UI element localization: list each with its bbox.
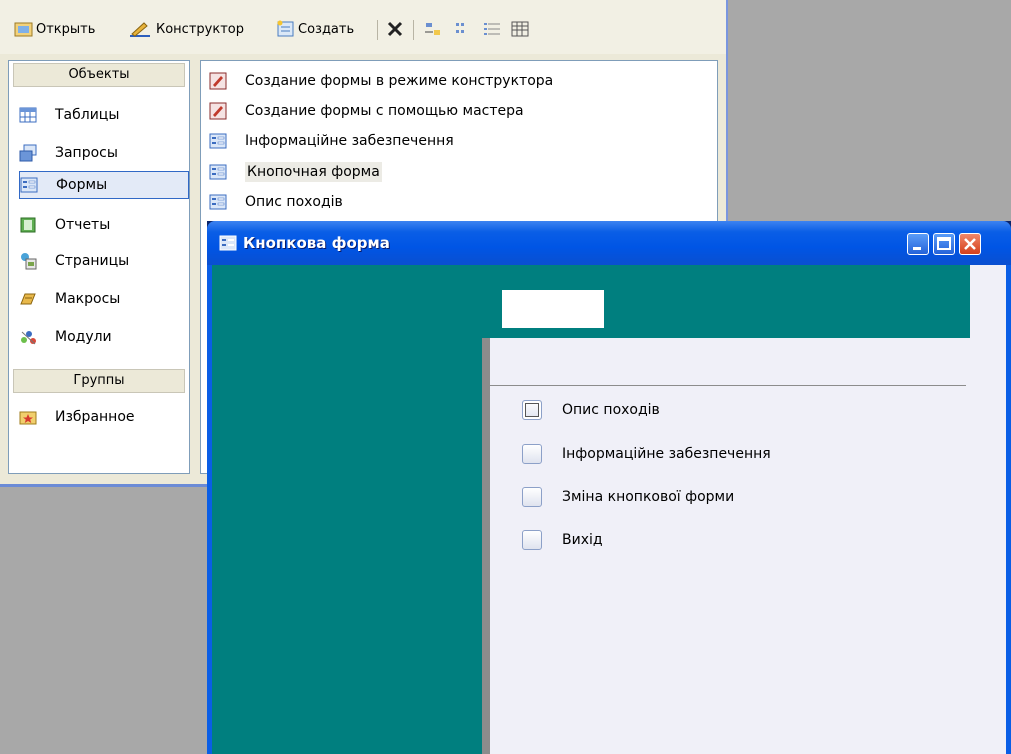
designer-button-label: Конструктор bbox=[156, 21, 244, 37]
details-view-button[interactable] bbox=[510, 18, 532, 40]
large-icons-button[interactable] bbox=[424, 18, 444, 40]
maximize-button[interactable] bbox=[933, 233, 955, 255]
switchboard-client: Опис походів Інформаційне забезпечення З… bbox=[212, 265, 1006, 754]
switchboard-button[interactable] bbox=[522, 400, 542, 420]
new-form-icon bbox=[277, 20, 294, 37]
create-button-label: Создать bbox=[298, 21, 355, 37]
objects-panel: Объекты Таблицы Запросы Формы Отчеты Стр… bbox=[8, 60, 190, 474]
switchboard-left-band bbox=[212, 265, 482, 754]
delete-icon bbox=[387, 21, 403, 37]
form-icon bbox=[209, 163, 227, 181]
switchboard-item[interactable]: Вихід bbox=[522, 528, 603, 552]
list-view-button[interactable] bbox=[482, 18, 504, 40]
open-button-label: Открыть bbox=[36, 21, 96, 37]
module-icon bbox=[19, 328, 37, 346]
open-button[interactable]: Открыть bbox=[14, 18, 95, 40]
object-reports[interactable]: Отчеты bbox=[19, 211, 189, 239]
list-item[interactable]: Создание формы с помощью мастера bbox=[209, 99, 524, 123]
switchboard-item[interactable]: Інформаційне забезпечення bbox=[522, 442, 771, 466]
query-icon bbox=[19, 144, 37, 162]
list-item[interactable]: Кнопочная форма bbox=[209, 160, 382, 184]
list-item-label: Создание формы с помощью мастера bbox=[245, 103, 524, 119]
list-view-icon bbox=[484, 23, 500, 35]
switchboard-item-label: Опис походів bbox=[562, 402, 660, 418]
form-icon bbox=[209, 193, 227, 211]
form-icon bbox=[20, 176, 38, 194]
list-item-label: Опис походів bbox=[245, 194, 343, 210]
design-icon bbox=[130, 22, 150, 37]
switchboard-item-label: Інформаційне забезпечення bbox=[562, 446, 771, 462]
small-icons-button[interactable] bbox=[454, 18, 474, 40]
object-forms[interactable]: Формы bbox=[19, 171, 189, 199]
design-wizard-icon bbox=[209, 72, 227, 90]
list-item-label: Создание формы в режиме конструктора bbox=[245, 73, 554, 89]
table-icon bbox=[19, 106, 37, 124]
object-label: Избранное bbox=[55, 409, 135, 425]
switchboard-item-label: Зміна кнопкової форми bbox=[562, 489, 735, 505]
object-label: Модули bbox=[55, 329, 112, 345]
toolbar-separator bbox=[413, 20, 414, 40]
create-button[interactable]: Создать bbox=[276, 18, 354, 40]
large-icons-icon bbox=[425, 23, 440, 35]
objects-header[interactable]: Объекты bbox=[13, 63, 185, 87]
object-label: Таблицы bbox=[55, 107, 120, 123]
macro-icon bbox=[19, 290, 37, 308]
object-tables[interactable]: Таблицы bbox=[19, 101, 189, 129]
object-macros[interactable]: Макросы bbox=[19, 285, 189, 313]
switchboard-window: Кнопкова форма Опис походів Інформаційне… bbox=[207, 221, 1011, 754]
object-label: Запросы bbox=[55, 145, 118, 161]
switchboard-item-label: Вихід bbox=[562, 532, 603, 548]
details-view-icon bbox=[511, 21, 529, 37]
groups-header[interactable]: Группы bbox=[13, 369, 185, 393]
switchboard-button[interactable] bbox=[522, 530, 542, 550]
object-label: Страницы bbox=[55, 253, 130, 269]
object-queries[interactable]: Запросы bbox=[19, 139, 189, 167]
small-icons-icon bbox=[456, 23, 464, 33]
open-form-icon bbox=[14, 22, 33, 37]
object-label: Формы bbox=[56, 177, 108, 193]
window-titlebar[interactable]: Кнопкова форма bbox=[207, 221, 1011, 265]
list-item[interactable]: Создание формы в режиме конструктора bbox=[209, 69, 553, 93]
form-icon bbox=[209, 132, 227, 150]
object-label: Отчеты bbox=[55, 217, 111, 233]
close-button[interactable] bbox=[959, 233, 981, 255]
list-item[interactable]: Інформаційне забезпечення bbox=[209, 129, 454, 153]
list-item[interactable]: Опис походів bbox=[209, 190, 343, 214]
delete-button[interactable] bbox=[386, 18, 406, 40]
switchboard-title-box bbox=[502, 290, 604, 328]
toolbar-separator bbox=[377, 20, 378, 40]
maximize-icon bbox=[937, 237, 951, 250]
list-item-label: Інформаційне забезпечення bbox=[245, 133, 454, 149]
designer-button[interactable]: Конструктор bbox=[128, 18, 244, 40]
object-label: Макросы bbox=[55, 291, 121, 307]
close-icon bbox=[964, 238, 976, 250]
page-icon bbox=[19, 252, 37, 270]
minimize-icon bbox=[913, 247, 921, 250]
switchboard-item[interactable]: Зміна кнопкової форми bbox=[522, 485, 734, 509]
switchboard-separator bbox=[490, 385, 966, 386]
database-toolbar: Открыть Конструктор Создать bbox=[0, 0, 726, 54]
switchboard-item[interactable]: Опис походів bbox=[522, 398, 660, 422]
minimize-button[interactable] bbox=[907, 233, 929, 255]
form-icon bbox=[219, 235, 237, 255]
object-modules[interactable]: Модули bbox=[19, 323, 189, 351]
wizard-icon bbox=[209, 102, 227, 120]
switchboard-button[interactable] bbox=[522, 487, 542, 507]
favorites-folder-icon bbox=[19, 408, 37, 426]
group-favorites[interactable]: Избранное bbox=[19, 403, 189, 431]
switchboard-divider bbox=[482, 338, 490, 754]
window-frame: Опис походів Інформаційне забезпечення З… bbox=[207, 265, 1011, 754]
list-item-label: Кнопочная форма bbox=[245, 162, 382, 182]
report-icon bbox=[19, 216, 37, 234]
object-pages[interactable]: Страницы bbox=[19, 247, 189, 275]
switchboard-button[interactable] bbox=[522, 444, 542, 464]
window-title: Кнопкова форма bbox=[243, 234, 390, 252]
